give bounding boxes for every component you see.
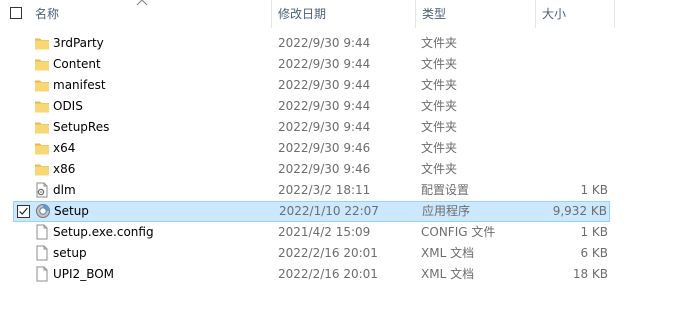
folder-icon [34, 119, 50, 135]
file-modified-date: 2022/9/30 9:44 [278, 120, 371, 134]
file-row[interactable]: SetupRes 2022/9/30 9:44 文件夹 [13, 117, 610, 138]
file-name: UPI2_BOM [53, 267, 115, 281]
file-type: XML 文档 [421, 246, 475, 260]
file-modified-date: 2022/2/16 20:01 [278, 267, 378, 281]
file-modified-date: 2022/9/30 9:44 [278, 36, 371, 50]
file-size: 9,932 KB [552, 204, 607, 218]
file-size: 18 KB [572, 267, 608, 281]
file-modified-date: 2022/3/2 18:11 [278, 183, 371, 197]
file-type: 文件夹 [421, 141, 458, 155]
file-row[interactable]: manifest 2022/9/30 9:44 文件夹 [13, 75, 610, 96]
folder-icon [34, 77, 50, 93]
file-name: Content [53, 57, 101, 71]
file-type: 文件夹 [421, 36, 458, 50]
folder-icon [34, 35, 50, 51]
file-icon [34, 224, 50, 240]
file-type: 文件夹 [421, 99, 458, 113]
file-row[interactable]: Content 2022/9/30 9:44 文件夹 [13, 54, 610, 75]
file-row[interactable]: setup 2022/2/16 20:01 XML 文档 6 KB [13, 243, 610, 264]
column-header-size[interactable]: 大小 [542, 0, 566, 28]
column-divider[interactable] [614, 0, 615, 28]
folder-icon [34, 98, 50, 114]
file-modified-date: 2022/9/30 9:44 [278, 99, 371, 113]
file-type: 应用程序 [422, 204, 471, 218]
column-header-name[interactable]: 名称 [35, 0, 59, 28]
file-modified-date: 2022/9/30 9:46 [278, 162, 371, 176]
file-name: Setup [54, 204, 89, 218]
file-size: 1 KB [580, 225, 608, 239]
file-icon [34, 266, 50, 282]
file-icon [34, 245, 50, 261]
file-row[interactable]: dlm 2022/3/2 18:11 配置设置 1 KB [13, 180, 610, 201]
column-header-modified[interactable]: 修改日期 [278, 0, 326, 28]
file-name: x86 [53, 162, 76, 176]
file-size: 1 KB [580, 183, 608, 197]
file-row[interactable]: ODIS 2022/9/30 9:44 文件夹 [13, 96, 610, 117]
file-row[interactable]: x64 2022/9/30 9:46 文件夹 [13, 138, 610, 159]
file-row[interactable]: Setup.exe.config 2021/4/2 15:09 CONFIG 文件 1… [13, 222, 610, 243]
file-name: x64 [53, 141, 76, 155]
file-name: SetupRes [53, 120, 110, 134]
file-modified-date: 2022/9/30 9:46 [278, 141, 371, 155]
folder-icon [34, 56, 50, 72]
select-all-checkbox[interactable] [10, 7, 22, 19]
file-type: 文件夹 [421, 162, 458, 176]
file-name: dlm [53, 183, 76, 197]
column-divider[interactable] [271, 0, 272, 28]
setup-app-icon [35, 203, 51, 219]
file-name: Setup.exe.config [53, 225, 154, 239]
file-modified-date: 2022/2/16 20:01 [278, 246, 378, 260]
folder-icon [34, 140, 50, 156]
column-header-type[interactable]: 类型 [422, 0, 446, 28]
file-name: ODIS [53, 99, 83, 113]
file-modified-date: 2021/4/2 15:09 [278, 225, 371, 239]
file-size: 6 KB [580, 246, 608, 260]
column-divider[interactable] [415, 0, 416, 28]
file-modified-date: 2022/9/30 9:44 [278, 57, 371, 71]
file-type: 文件夹 [421, 120, 458, 134]
file-type: XML 文档 [421, 267, 475, 281]
file-modified-date: 2022/1/10 22:07 [279, 204, 379, 218]
file-type: CONFIG 文件 [421, 225, 496, 239]
folder-icon [34, 161, 50, 177]
file-modified-date: 2022/9/30 9:44 [278, 78, 371, 92]
file-row[interactable]: UPI2_BOM 2022/2/16 20:01 XML 文档 18 KB [13, 264, 610, 285]
file-name: manifest [53, 78, 106, 92]
row-checkbox[interactable] [17, 205, 30, 218]
file-name: setup [53, 246, 87, 260]
file-row[interactable]: Setup 2022/1/10 22:07 应用程序 9,932 KB [13, 201, 610, 222]
file-type: 配置设置 [421, 183, 470, 197]
file-row[interactable]: 3rdParty 2022/9/30 9:44 文件夹 [13, 33, 610, 54]
column-header-bar: 名称 修改日期 类型 大小 [0, 0, 687, 28]
file-row[interactable]: x86 2022/9/30 9:46 文件夹 [13, 159, 610, 180]
sort-ascending-icon [136, 0, 148, 6]
file-type: 文件夹 [421, 57, 458, 71]
column-divider[interactable] [535, 0, 536, 28]
file-type: 文件夹 [421, 78, 458, 92]
file-name: 3rdParty [53, 36, 104, 50]
config-file-icon [34, 182, 50, 198]
